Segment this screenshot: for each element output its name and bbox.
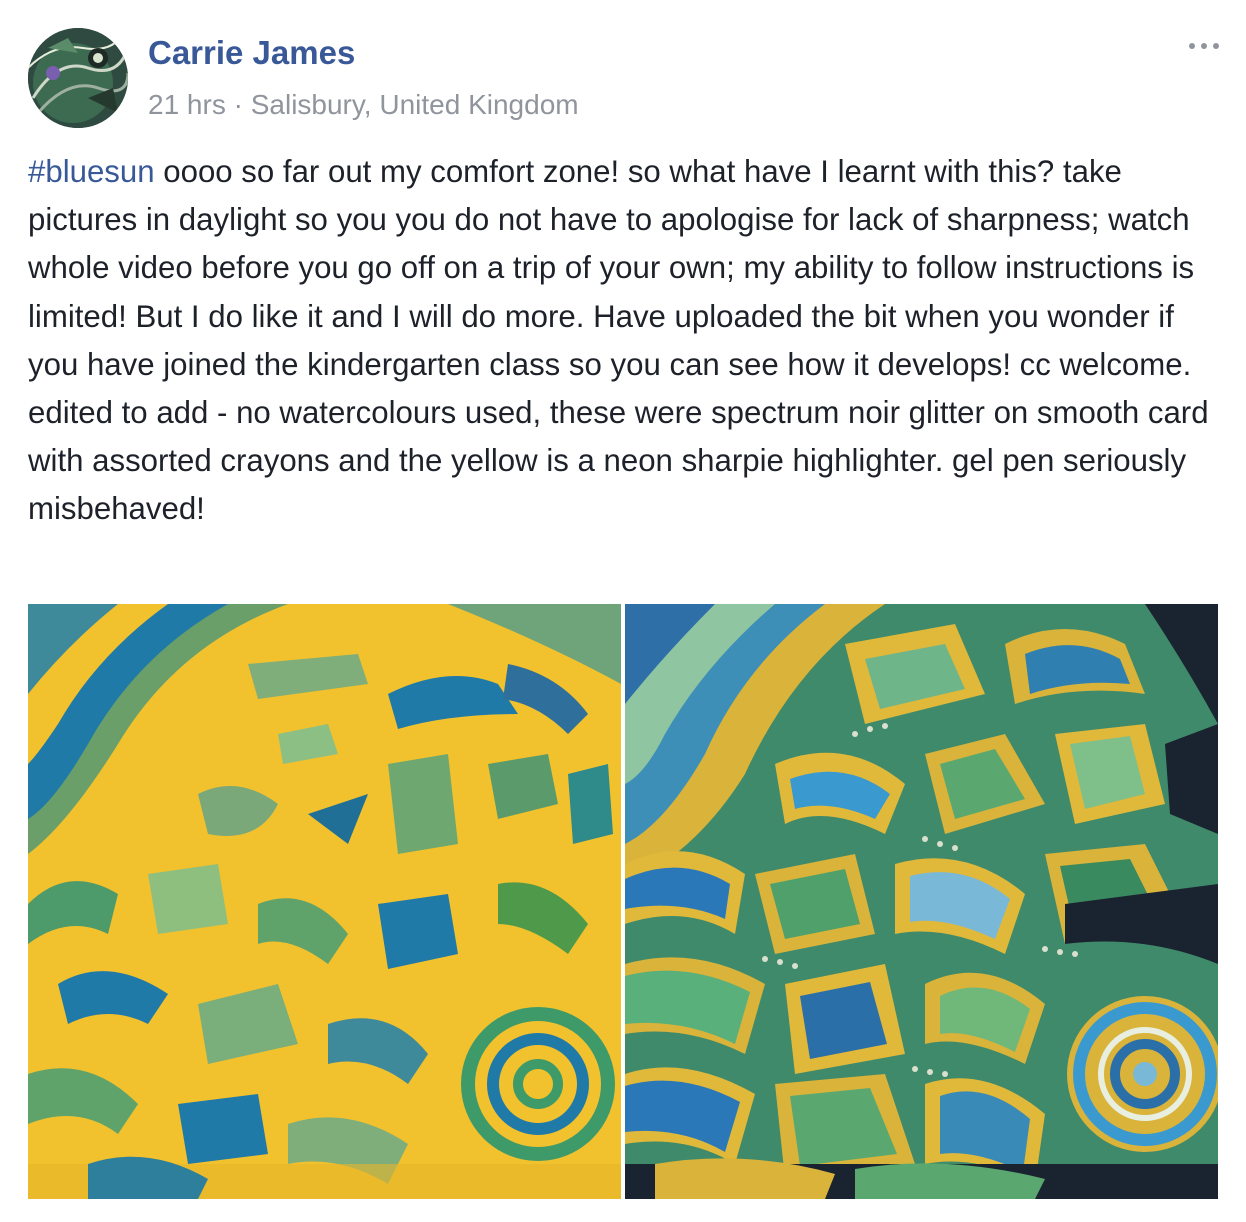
- author-name[interactable]: Carrie James: [148, 34, 355, 72]
- post-timestamp[interactable]: 21 hrs: [148, 89, 226, 120]
- post-photo-1[interactable]: [28, 604, 621, 1199]
- post-paragraph-1: #bluesun oooo so far out my comfort zone…: [28, 148, 1218, 389]
- post-paragraph-2: edited to add - no watercolours used, th…: [28, 395, 1209, 527]
- more-options-icon[interactable]: [1186, 36, 1222, 56]
- hashtag-link[interactable]: #bluesun: [28, 154, 155, 189]
- post-meta: 21 hrs · Salisbury, United Kingdom: [148, 89, 579, 121]
- post-body-text-1: oooo so far out my comfort zone! so what…: [28, 154, 1195, 382]
- author-avatar[interactable]: [28, 28, 128, 128]
- post-photo-2[interactable]: [625, 604, 1218, 1199]
- meta-separator: ·: [233, 89, 243, 120]
- post-text: #bluesun oooo so far out my comfort zone…: [28, 148, 1218, 534]
- post-card: Carrie James 21 hrs · Salisbury, United …: [0, 0, 1246, 1222]
- post-location[interactable]: Salisbury, United Kingdom: [251, 89, 579, 120]
